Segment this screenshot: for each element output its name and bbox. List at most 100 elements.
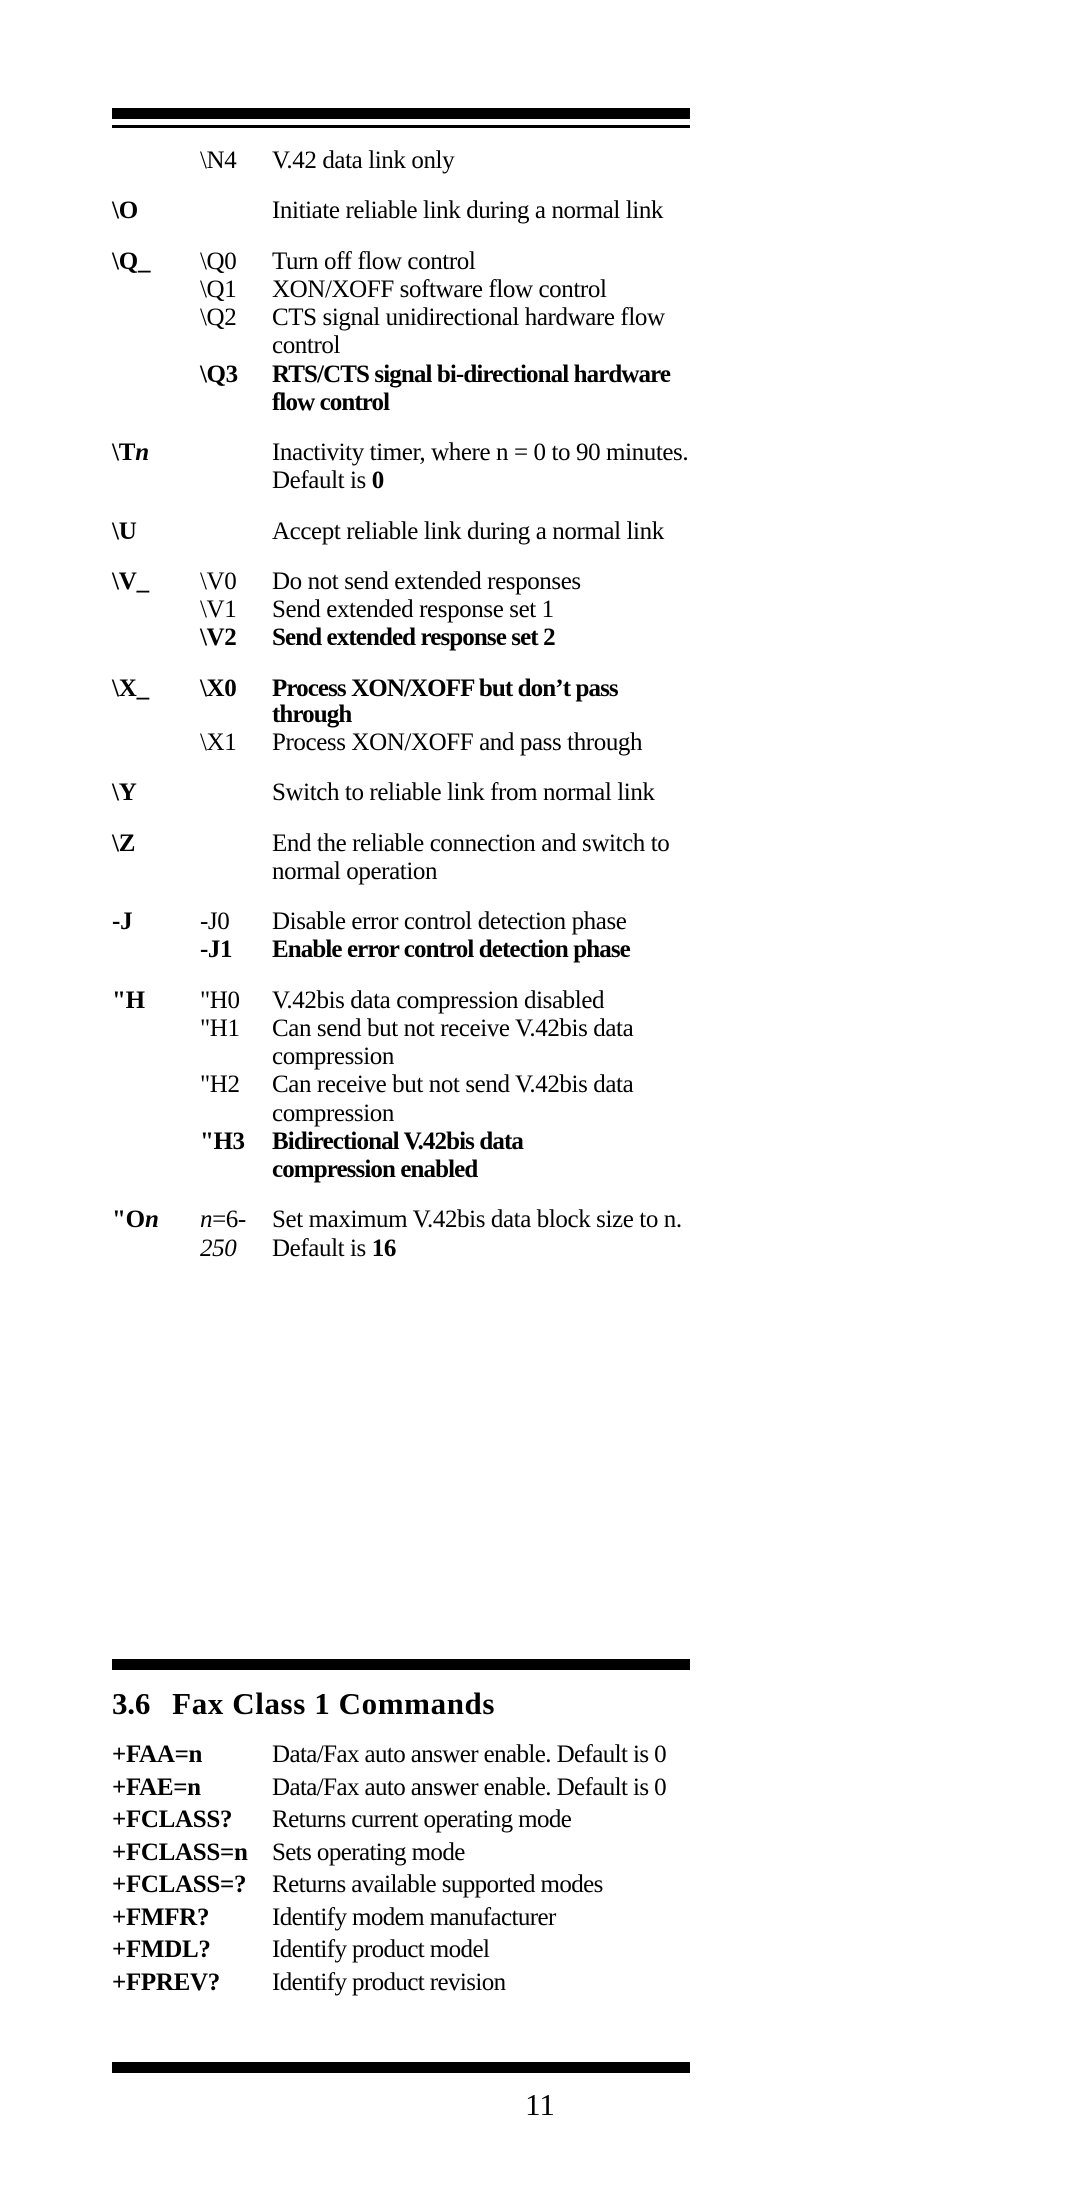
fax-table-row: +FPREV? Identify product revision	[112, 1968, 690, 2003]
table-row: -J1 Enable error control detection phase	[112, 937, 690, 965]
command-group-cell	[112, 730, 200, 758]
command-description-cell: V.42 data link only	[272, 147, 455, 174]
command-group-cell: \Tn	[112, 439, 149, 466]
command-sub-cell	[200, 390, 272, 418]
data-commands-table: \N4 V.42 data link only \O Initiate reliabl…	[112, 147, 690, 1264]
table-row: "H1 Can send but not receive V.42bis data	[112, 1014, 690, 1044]
command-group-cell: \O	[112, 197, 138, 225]
table-row: "H2 Can receive but not send V.42bis data	[112, 1072, 690, 1100]
fax-description-cell: Data/Fax auto answer enable. Default is …	[272, 1741, 667, 1768]
table-row: normal operation	[112, 858, 690, 887]
command-description-cell: Inactivity timer, where n = 0 to 90 minu…	[272, 439, 689, 466]
table-row: \X_ \X0 Process XON/XOFF but don’t pass th…	[112, 674, 690, 731]
row-spacer	[112, 1185, 690, 1207]
command-group-cell	[112, 468, 200, 496]
command-group-cell	[112, 305, 200, 333]
command-group-cell: \X_	[112, 674, 149, 702]
table-row: \Tn Inactivity timer, where n = 0 to 90 m…	[112, 439, 690, 468]
table-row: "H "H0 V.42bis data compression disabled	[112, 986, 690, 1016]
command-sub-cell: "H1	[200, 1014, 240, 1042]
command-group-cell	[112, 937, 200, 965]
row-spacer	[112, 176, 690, 198]
section-number: 3.6	[112, 1686, 151, 1721]
table-row: "H3 Bidirectional V.42bis data	[112, 1127, 690, 1157]
fax-description-cell: Returns available supported modes	[272, 1871, 603, 1898]
command-description-cell: End the reliable connection and switch t…	[272, 829, 670, 857]
command-sub-cell	[200, 1044, 272, 1072]
fax-commands-body: +FAA=n Data/Fax auto answer enable. Defau…	[112, 1742, 690, 2002]
command-group-cell: \Q_	[112, 247, 151, 275]
fax-command-cell: +FCLASS=?	[112, 1871, 247, 1898]
command-description-cell: Accept reliable link during a normal lin…	[272, 517, 664, 545]
row-spacer	[112, 809, 690, 831]
command-description-cell: Enable error control detection phase	[272, 936, 631, 964]
fax-description-cell: Identify product revision	[272, 1968, 506, 1996]
command-description-cell: Disable error control detection phase	[272, 908, 627, 935]
table-row: \X1 Process XON/XOFF and pass through	[112, 729, 690, 758]
command-group-cell	[112, 390, 200, 418]
row-spacer	[112, 547, 690, 569]
command-description-cell: compression	[272, 1043, 394, 1070]
command-sub-cell	[200, 1157, 272, 1185]
command-description-cell: Send extended response set 1	[272, 596, 554, 623]
table-row: \O Initiate reliable link during a normal…	[112, 198, 690, 226]
section-heading: 3.6 Fax Class 1 Commands	[112, 1686, 690, 1722]
fax-command-cell: +FAA=n	[112, 1741, 203, 1768]
command-group-cell: -J	[112, 908, 133, 935]
command-description-cell: Send extended response set 2	[272, 624, 556, 652]
command-description-cell: Bidirectional V.42bis data	[272, 1127, 524, 1155]
command-description-cell: Turn off flow control	[272, 247, 476, 275]
fax-description-cell: Returns current operating mode	[272, 1806, 572, 1833]
rule-thick	[112, 108, 690, 119]
table-row: \Q_ \Q0 Turn off flow control	[112, 247, 690, 277]
command-group-cell	[112, 1101, 200, 1129]
fax-table-row: +FAA=n Data/Fax auto answer enable. Defau…	[112, 1742, 690, 1775]
page-number: 11	[525, 2087, 555, 2122]
row-spacer	[112, 497, 690, 519]
command-group-cell	[112, 333, 200, 361]
table-row: compression enabled	[112, 1156, 690, 1185]
table-row: 250 Default is 16	[112, 1234, 690, 1264]
command-sub-cell	[200, 198, 272, 226]
command-group-cell	[112, 859, 200, 887]
command-group-cell: \Z	[112, 829, 136, 857]
command-sub-cell: \Q3	[200, 360, 238, 388]
row-spacer	[112, 966, 690, 988]
command-sub-cell	[200, 1101, 272, 1129]
fax-table-row: +FCLASS=n Sets operating mode	[112, 1838, 690, 1873]
table-row: control	[112, 333, 690, 361]
command-sub-cell: \N4	[200, 147, 237, 174]
command-sub-cell: \V0	[200, 567, 237, 595]
fax-table-row: +FMDL? Identify product model	[112, 1937, 690, 1970]
command-sub-cell: \V1	[200, 596, 237, 623]
document-page: \N4 V.42 data link only \O Initiate reliabl…	[0, 0, 1080, 2199]
fax-description-cell: Sets operating mode	[272, 1838, 465, 1866]
command-sub-cell: -J1	[200, 936, 233, 964]
command-sub-cell: \V2	[200, 624, 237, 652]
table-row: \Q2 CTS signal unidirectional hardware fl…	[112, 304, 690, 333]
fax-command-cell: +FCLASS?	[112, 1806, 233, 1833]
command-description-cell: control	[272, 332, 341, 360]
rule-thin	[112, 125, 690, 128]
fax-command-cell: +FMDL?	[112, 1936, 211, 1963]
fax-table-row: +FAE=n Data/Fax auto answer enable. Defau…	[112, 1773, 690, 1808]
command-sub-cell: \X1	[200, 729, 237, 756]
table-row: \N4 V.42 data link only	[112, 147, 690, 176]
command-sub-cell: -J0	[200, 908, 230, 935]
fax-command-cell: +FAE=n	[112, 1773, 201, 1801]
command-sub-cell	[200, 519, 272, 547]
command-description-cell: Default is 0	[272, 467, 384, 495]
fax-command-cell: +FMFR?	[112, 1903, 210, 1931]
command-sub-cell: 250	[200, 1234, 237, 1262]
command-description-cell: Process XON/XOFF and pass through	[272, 729, 643, 756]
section-rule	[112, 1659, 690, 1670]
data-commands-body: \N4 V.42 data link only \O Initiate reliabl…	[112, 147, 690, 1264]
command-sub-cell: "H2	[200, 1071, 240, 1099]
fax-table-row: +FMFR? Identify modem manufacturer	[112, 1903, 690, 1938]
command-sub-cell	[200, 831, 272, 859]
command-description-cell: Switch to reliable link from normal link	[272, 779, 655, 807]
table-row: compression	[112, 1043, 690, 1072]
command-group-cell: "On	[112, 1206, 159, 1234]
command-group-cell	[112, 148, 200, 176]
command-sub-cell: "H0	[200, 986, 240, 1014]
